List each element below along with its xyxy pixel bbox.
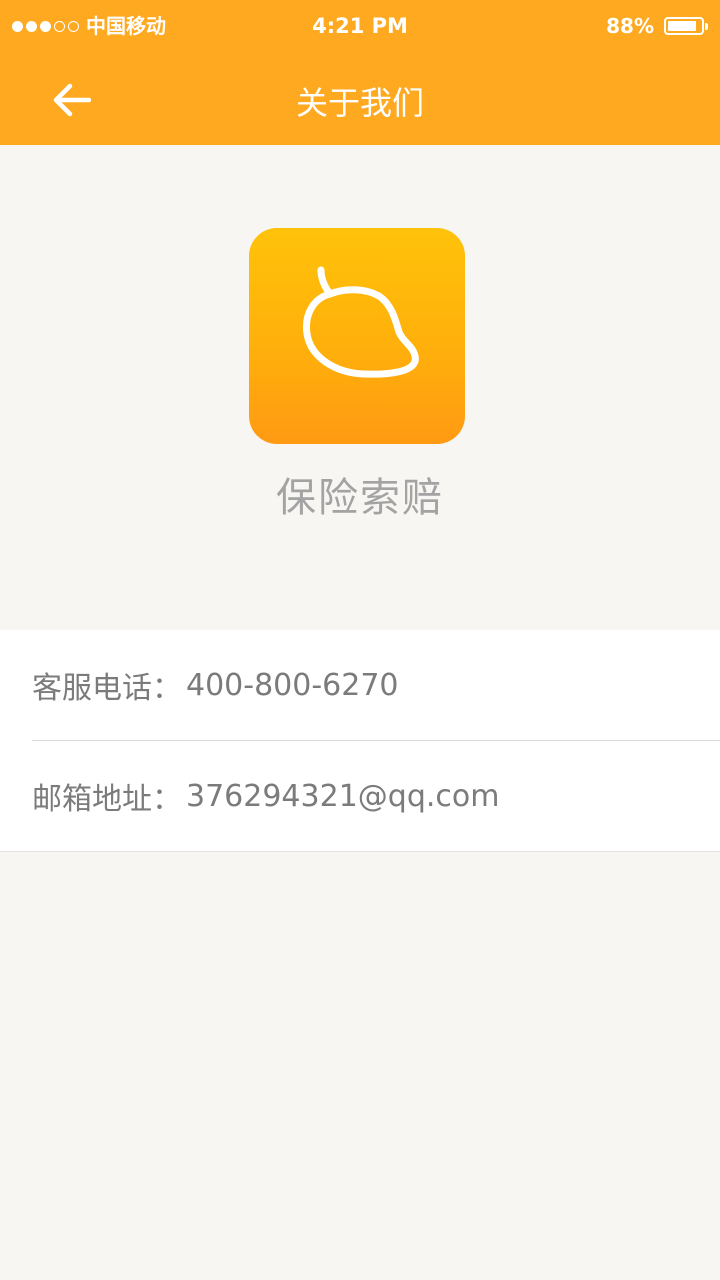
battery-status: 88% <box>606 14 708 38</box>
page-title: 关于我们 <box>295 84 424 122</box>
nav-bar: 关于我们 <box>0 55 720 145</box>
email-value: 376294321@qq.com <box>186 778 500 814</box>
battery-tip <box>705 22 708 30</box>
app-name: 保险索赔 <box>276 475 444 521</box>
contact-list: 客服电话： 400-800-6270 邮箱地址： 376294321@qq.co… <box>0 630 720 852</box>
app-logo <box>249 228 465 444</box>
battery-icon <box>664 17 704 35</box>
phone-value: 400-800-6270 <box>186 667 399 703</box>
battery-percent: 88% <box>606 14 654 38</box>
status-bar: 中国移动 4:21 PM 88% <box>0 0 720 50</box>
phone-label: 客服电话： <box>32 671 182 706</box>
battery-level <box>668 21 697 31</box>
email-row[interactable]: 邮箱地址： 376294321@qq.com <box>0 741 720 851</box>
email-label: 邮箱地址： <box>32 782 182 817</box>
header: 中国移动 4:21 PM 88% 关于我们 <box>0 0 720 145</box>
phone-row[interactable]: 客服电话： 400-800-6270 <box>0 630 720 740</box>
mango-icon <box>302 266 419 378</box>
